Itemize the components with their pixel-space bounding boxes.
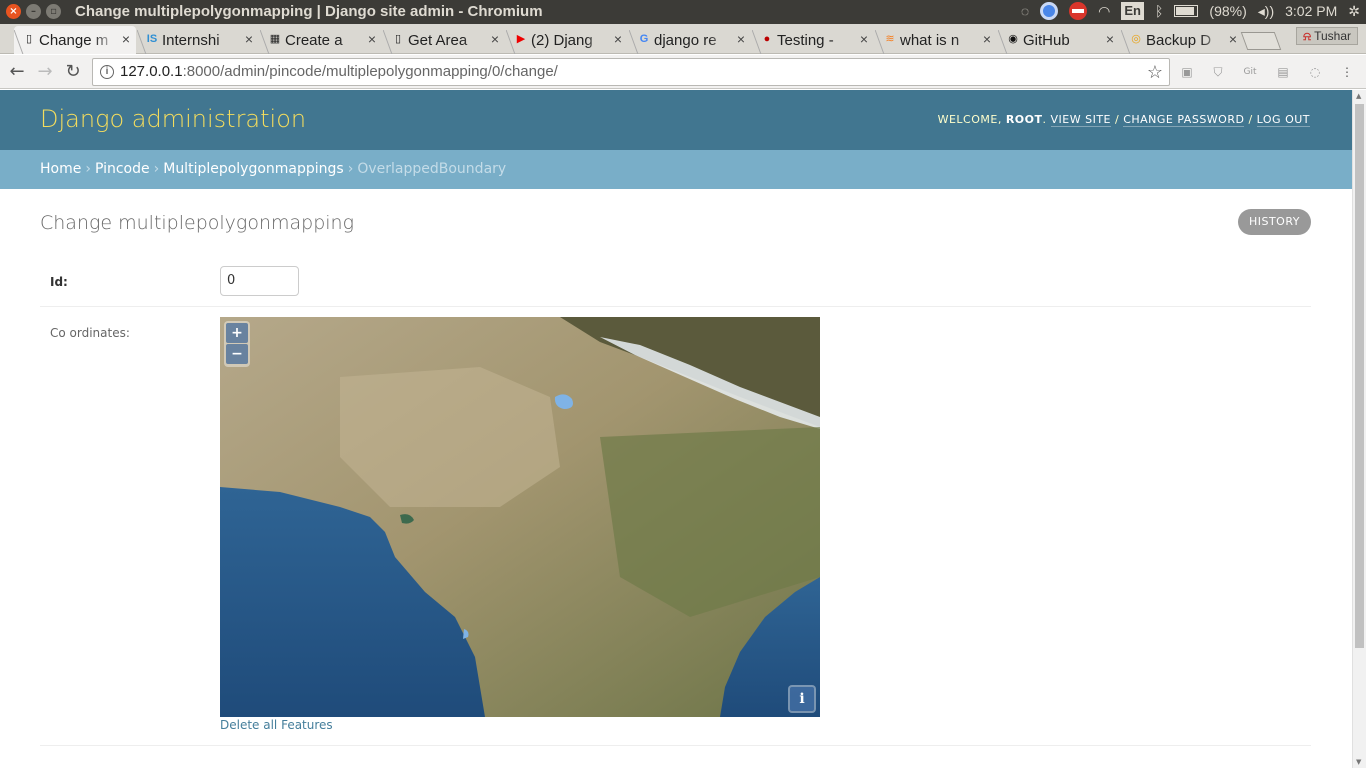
tab-stackoverflow[interactable]: ≋ what is n × [875, 26, 997, 54]
window-close-button[interactable]: × [6, 4, 21, 19]
tab-google[interactable]: G django re × [629, 26, 751, 54]
delete-all-features-link[interactable]: Delete all Features [220, 718, 333, 732]
tab-get-area[interactable]: ▯ Get Area × [383, 26, 505, 54]
change-password-link[interactable]: Change password [1123, 113, 1245, 127]
map-widget[interactable]: + − i [220, 317, 820, 717]
gitzip-extension-icon[interactable]: Git [1241, 64, 1259, 80]
coordinates-label: Co ordinates: [50, 326, 130, 340]
id-input[interactable]: 0 [220, 266, 299, 296]
bluetooth-icon[interactable]: ᛒ [1155, 2, 1163, 20]
chrome-menu-icon[interactable]: ⋮ [1338, 64, 1356, 80]
page-title: Change multiplepolygonmapping [40, 212, 354, 234]
forward-arrow-icon[interactable]: → [34, 61, 56, 83]
page-scrollbar[interactable]: ▲ ▼ [1352, 90, 1366, 768]
id-label: Id: [50, 275, 68, 289]
extension-icon[interactable]: ▣ [1178, 64, 1196, 80]
battery-percent: (98%) [1209, 3, 1247, 19]
close-tab-icon[interactable]: × [614, 31, 622, 47]
testing-icon: ● [763, 33, 771, 45]
tab-internshala[interactable]: IS Internshi × [137, 26, 259, 54]
view-site-link[interactable]: View site [1050, 113, 1111, 127]
tab-testing[interactable]: ● Testing - × [752, 26, 874, 54]
settings-gear-icon[interactable]: ✲ [1348, 2, 1360, 20]
coordinates-form-row: Co ordinates: + − i Delete all Features [40, 307, 1311, 746]
info-icon: i [790, 687, 814, 711]
profile-button[interactable]: ⍾ Tushar [1296, 27, 1358, 45]
user-tools: Welcome, root. View site / Change passwo… [937, 113, 1310, 127]
close-tab-icon[interactable]: × [983, 31, 991, 47]
close-tab-icon[interactable]: × [737, 31, 745, 47]
breadcrumb: Home › Pincode › Multiplepolygonmappings › Ove… [0, 150, 1352, 189]
zoom-in-button[interactable]: + [226, 323, 248, 343]
close-tab-icon[interactable]: × [1229, 31, 1237, 47]
chrome-tray-icon[interactable] [1040, 2, 1059, 20]
reload-icon[interactable]: ↻ [62, 61, 84, 83]
username: root [1005, 113, 1043, 126]
satellite-map-image[interactable] [220, 317, 820, 717]
battery-icon[interactable] [1174, 5, 1199, 17]
breadcrumb-multiplepolygonmappings[interactable]: Multiplepolygonmappings [163, 161, 344, 177]
clock[interactable]: 3:02 PM [1285, 2, 1337, 20]
wifi-icon[interactable]: ◠ [1098, 2, 1110, 20]
attribution-button[interactable]: i [788, 685, 816, 713]
slack-icon: ▦ [269, 33, 281, 45]
page-viewport: Django administration Welcome, root. Vie… [0, 90, 1352, 768]
site-branding[interactable]: Django administration [40, 105, 306, 133]
close-tab-icon[interactable]: × [122, 31, 130, 47]
youtube-icon: ▶ [516, 33, 526, 45]
tab-backup[interactable]: ◎ Backup D × [1121, 26, 1243, 54]
log-out-link[interactable]: Log out [1256, 113, 1310, 127]
site-info-icon[interactable]: i [100, 65, 114, 79]
window-controls: × – ▫ [6, 4, 61, 19]
page-icon: ▯ [25, 33, 33, 45]
breadcrumb-pincode[interactable]: Pincode [95, 161, 150, 177]
admin-header: Django administration Welcome, root. Vie… [0, 90, 1352, 150]
close-tab-icon[interactable]: × [491, 31, 499, 47]
address-bar[interactable]: i 127.0.0.1:8000/admin/pincode/multiplep… [92, 58, 1170, 86]
github-icon: ◉ [1008, 33, 1018, 45]
lightbulb-icon[interactable]: ◌ [1021, 2, 1029, 20]
shield-extension-icon[interactable]: ⛉ [1209, 64, 1227, 80]
internshala-icon: IS [146, 33, 158, 45]
profile-icon: ⍾ [1303, 29, 1312, 43]
breadcrumb-current: OverlappedBoundary [357, 161, 507, 177]
scroll-up-arrow-icon[interactable]: ▲ [1356, 92, 1361, 100]
close-tab-icon[interactable]: × [860, 31, 868, 47]
keyboard-language-indicator[interactable]: En [1121, 2, 1144, 20]
google-icon: G [639, 33, 649, 45]
scrollbar-thumb[interactable] [1355, 104, 1364, 648]
breadcrumb-home[interactable]: Home [40, 161, 81, 177]
new-tab-button[interactable] [1240, 32, 1282, 50]
close-tab-icon[interactable]: × [245, 31, 253, 47]
stackoverflow-icon: ≋ [885, 33, 895, 45]
history-button[interactable]: History [1238, 209, 1311, 235]
tab-create[interactable]: ▦ Create a × [260, 26, 382, 54]
tab-github[interactable]: ◉ GitHub × [998, 26, 1120, 54]
extension-icon[interactable]: ◌ [1306, 64, 1324, 80]
extension-icon[interactable]: ▤ [1274, 64, 1292, 80]
zoom-controls: + − [224, 321, 250, 367]
close-tab-icon[interactable]: × [368, 31, 376, 47]
id-form-row: Id: 0 [40, 256, 1311, 307]
page-icon: ▯ [394, 33, 402, 45]
bookmark-star-icon[interactable]: ☆ [1147, 59, 1163, 85]
tab-strip: ▯ Change m × IS Internshi × ▦ Create a ×… [0, 24, 1366, 54]
volume-icon[interactable]: ◂)) [1258, 2, 1274, 20]
os-top-bar: × – ▫ Change multiplepolygonmapping | Dj… [0, 0, 1366, 24]
zoom-out-button[interactable]: − [226, 344, 248, 364]
scroll-down-arrow-icon[interactable]: ▼ [1356, 758, 1361, 766]
system-tray: ◌ ◠ En ᛒ (98%) ◂)) 3:02 PM ✲ [1021, 2, 1360, 20]
window-minimize-button[interactable]: – [26, 4, 41, 19]
tab-youtube[interactable]: ▶ (2) Djang × [506, 26, 628, 54]
window-maximize-button[interactable]: ▫ [46, 4, 61, 19]
tab-django-admin[interactable]: ▯ Change m × [14, 26, 136, 54]
do-not-disturb-icon[interactable] [1069, 2, 1088, 20]
chrome-icon: ◎ [1131, 33, 1141, 45]
browser-toolbar: ← → ↻ i 127.0.0.1:8000/admin/pincode/mul… [0, 55, 1366, 89]
close-tab-icon[interactable]: × [1106, 31, 1114, 47]
back-arrow-icon[interactable]: ← [6, 61, 28, 83]
window-title: Change multiplepolygonmapping | Django s… [75, 3, 543, 20]
